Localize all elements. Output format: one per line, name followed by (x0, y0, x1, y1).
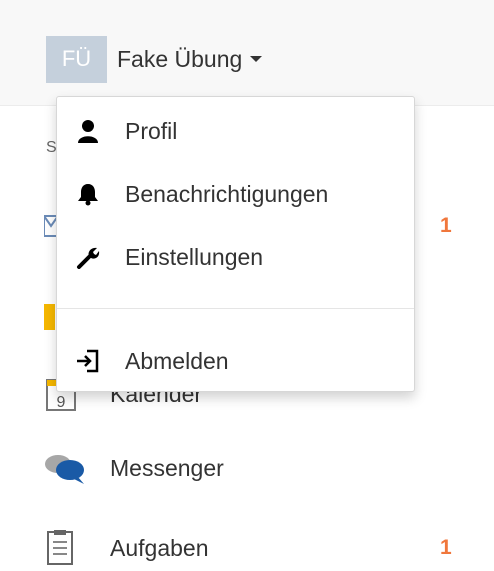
unread-count-badge: 1 (440, 214, 452, 237)
menu-divider (57, 308, 414, 309)
top-navbar: FÜ Fake Übung (0, 0, 494, 106)
user-menu-toggle[interactable]: FÜ Fake Übung (46, 35, 263, 83)
menu-item-label: Einstellungen (125, 243, 264, 270)
menu-item-label: Abmelden (125, 347, 229, 374)
sidebar-item-messenger[interactable]: Messenger (44, 448, 464, 488)
wrench-icon (74, 243, 102, 271)
avatar: FÜ (46, 35, 107, 83)
task-count-badge: 1 (440, 536, 452, 559)
clipboard-icon (44, 530, 90, 566)
menu-item-label: Profil (125, 117, 178, 144)
menu-item-logout[interactable]: Abmelden (57, 336, 414, 386)
avatar-initials: FÜ (61, 46, 92, 71)
svg-text:9: 9 (57, 394, 66, 411)
sidebar-item-tasks[interactable]: Aufgaben 1 (44, 528, 464, 568)
caret-down-icon (250, 56, 263, 62)
logout-icon (74, 347, 102, 375)
user-icon (74, 117, 102, 145)
sidebar-item-label: Messenger (110, 454, 224, 481)
chat-icon (44, 450, 90, 486)
user-dropdown-menu: Profil Benachrichtigungen Einstellungen (56, 96, 415, 392)
user-name: Fake Übung (117, 45, 243, 72)
menu-item-label: Benachrichtigungen (125, 180, 329, 207)
menu-item-settings[interactable]: Einstellungen (57, 232, 414, 282)
menu-item-profile[interactable]: Profil (57, 106, 414, 156)
menu-item-notifications[interactable]: Benachrichtigungen (57, 169, 414, 219)
sidebar-item-label: Aufgaben (110, 534, 209, 561)
bell-icon (74, 180, 102, 208)
